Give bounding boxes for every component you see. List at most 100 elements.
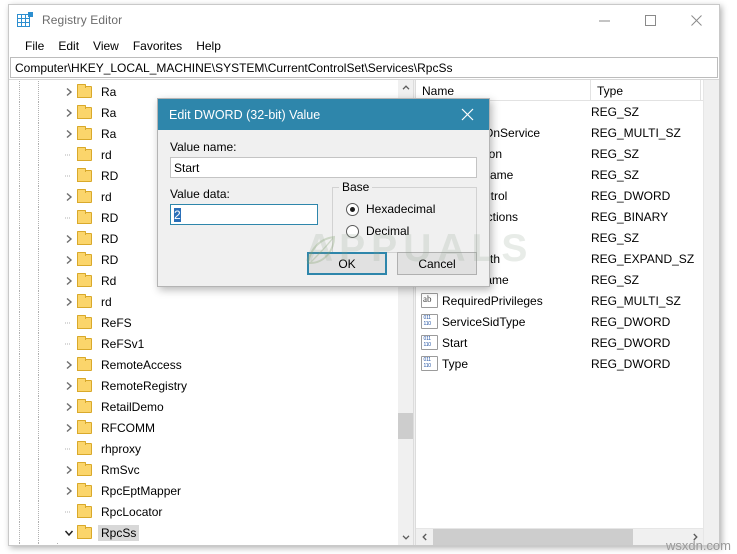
registry-path-input[interactable]: Computer\HKEY_LOCAL_MACHINE\SYSTEM\Curre…	[10, 57, 718, 78]
value-data-label: Value data:	[170, 187, 230, 201]
radio-decimal-label: Decimal	[366, 224, 410, 238]
chevron-right-icon[interactable]	[61, 480, 77, 501]
chevron-right-icon[interactable]	[61, 417, 77, 438]
minimize-button[interactable]	[581, 5, 627, 35]
tree-leaf-spacer	[61, 165, 77, 186]
ok-button[interactable]: OK	[307, 252, 387, 275]
tree-guide-line	[19, 144, 20, 165]
dword-icon	[421, 356, 438, 371]
tree-item[interactable]: RFCOMM	[9, 417, 397, 438]
chevron-right-icon[interactable]	[61, 396, 77, 417]
dword-icon	[421, 335, 438, 350]
menu-favorites[interactable]: Favorites	[126, 37, 189, 56]
tree-indent	[9, 207, 61, 228]
tree-guide-line	[19, 354, 20, 375]
tree-item[interactable]: RetailDemo	[9, 396, 397, 417]
chevron-right-icon[interactable]	[61, 123, 77, 144]
tree-guide-line	[19, 81, 20, 102]
folder-icon	[77, 144, 95, 165]
window-title: Registry Editor	[42, 13, 123, 27]
menu-view[interactable]: View	[86, 37, 126, 56]
menu-edit[interactable]: Edit	[51, 37, 86, 56]
value-name-input[interactable]: Start	[170, 157, 477, 178]
chevron-right-icon[interactable]	[61, 459, 77, 480]
value-row[interactable]: Type REG_DWORD	[416, 353, 703, 374]
chevron-right-icon[interactable]	[61, 375, 77, 396]
tree-item[interactable]: RpcLocator	[9, 501, 397, 522]
tree-scroll-up-button[interactable]	[398, 80, 413, 96]
menu-help[interactable]: Help	[189, 37, 228, 56]
tree-item[interactable]: rd	[9, 291, 397, 312]
radio-hexadecimal[interactable]: Hexadecimal	[346, 198, 476, 220]
tree-item[interactable]: Parameters	[9, 543, 397, 545]
tree-indent	[9, 438, 61, 459]
tree-item-label: rhproxy	[101, 441, 142, 456]
chevron-right-icon[interactable]	[61, 291, 77, 312]
values-hscroll-thumb[interactable]	[433, 528, 633, 545]
folder-icon	[77, 501, 95, 522]
chevron-right-icon[interactable]	[61, 228, 77, 249]
folder-icon	[77, 228, 95, 249]
tree-item-label: ReFS	[101, 315, 132, 330]
dialog-title: Edit DWORD (32-bit) Value	[169, 107, 321, 122]
tree-item-label: Rd	[101, 273, 117, 288]
tree-guide-line	[19, 165, 20, 186]
value-row[interactable]: RequiredPrivileges REG_MULTI_SZ	[416, 290, 703, 311]
chevron-right-icon[interactable]	[61, 249, 77, 270]
chevron-down-icon[interactable]	[61, 522, 77, 543]
tree-item-label: RemoteAccess	[101, 357, 182, 372]
tree-item[interactable]: ReFSv1	[9, 333, 397, 354]
tree-item[interactable]: RpcEptMapper	[9, 480, 397, 501]
dialog-close-icon[interactable]	[445, 99, 489, 130]
tree-item[interactable]: RpcSs	[9, 522, 397, 543]
chevron-right-icon[interactable]	[61, 270, 77, 291]
values-horizontal-scrollbar[interactable]	[416, 528, 703, 545]
close-button[interactable]	[673, 5, 719, 35]
chevron-right-icon[interactable]	[61, 102, 77, 123]
tree-item-label: RD	[101, 231, 119, 246]
values-hscroll-track[interactable]	[433, 528, 686, 545]
tree-guide-line	[19, 186, 20, 207]
value-data-input[interactable]: 2	[170, 204, 318, 225]
tree-indent	[9, 543, 80, 545]
column-header-type[interactable]: Type	[591, 80, 701, 101]
maximize-button[interactable]	[627, 5, 673, 35]
chevron-right-icon[interactable]	[61, 81, 77, 102]
values-vertical-scrollbar[interactable]	[703, 80, 719, 545]
chevron-right-icon[interactable]	[61, 354, 77, 375]
tree-guide-line	[38, 123, 39, 144]
address-bar-container: Computer\HKEY_LOCAL_MACHINE\SYSTEM\Curre…	[9, 57, 719, 79]
tree-item[interactable]: RmSvc	[9, 459, 397, 480]
tree-scroll-thumb[interactable]	[398, 413, 413, 439]
tree-indent	[9, 249, 61, 270]
tree-item[interactable]: RemoteAccess	[9, 354, 397, 375]
tree-guide-line	[19, 522, 20, 543]
tree-scroll-down-button[interactable]	[398, 529, 413, 545]
tree-leaf-spacer	[61, 438, 77, 459]
cancel-button[interactable]: Cancel	[397, 252, 477, 275]
tree-leaf-spacer	[61, 144, 77, 165]
tree-item[interactable]: ReFS	[9, 312, 397, 333]
tree-guide-line	[38, 312, 39, 333]
tree-guide-line	[38, 522, 39, 543]
tree-guide-line	[19, 228, 20, 249]
tree-item[interactable]: rhproxy	[9, 438, 397, 459]
dword-icon	[421, 314, 438, 329]
tree-item-label: rd	[101, 294, 112, 309]
radio-hexadecimal-icon	[346, 202, 359, 216]
tree-item[interactable]: RemoteRegistry	[9, 375, 397, 396]
value-type-cell: REG_DWORD	[591, 188, 671, 203]
value-type-cell: REG_SZ	[591, 272, 640, 287]
value-name-label: Value name:	[170, 140, 237, 154]
value-row[interactable]: Start REG_DWORD	[416, 332, 703, 353]
chevron-right-icon[interactable]	[61, 186, 77, 207]
folder-icon	[96, 543, 114, 545]
radio-decimal[interactable]: Decimal	[346, 220, 476, 242]
menu-file[interactable]: File	[18, 37, 51, 56]
tree-guide-line	[19, 459, 20, 480]
tree-item-label: rd	[101, 147, 112, 162]
value-row[interactable]: ServiceSidType REG_DWORD	[416, 311, 703, 332]
tree-guide-line	[38, 81, 39, 102]
tree-indent	[9, 375, 61, 396]
values-scroll-left-button[interactable]	[416, 529, 433, 546]
